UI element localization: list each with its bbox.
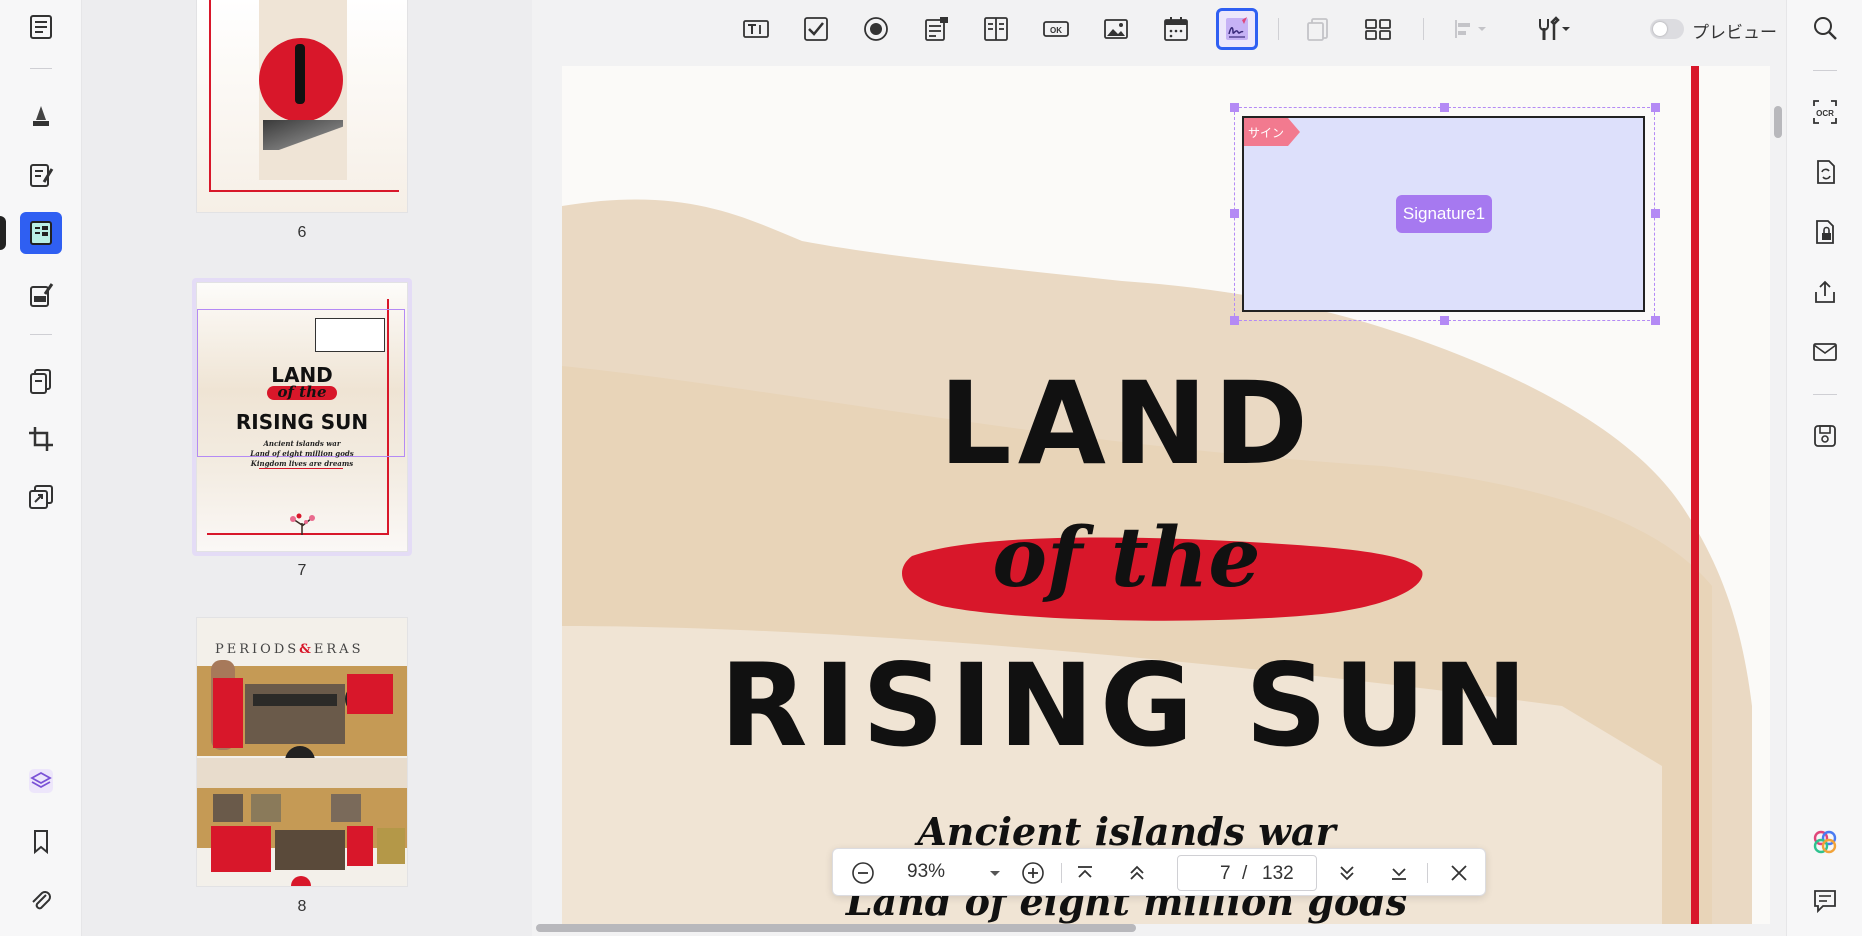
zoom-navigation-bar: 93% 7 / 132 [832,848,1486,896]
save-icon[interactable] [1805,416,1845,456]
thumbnail-title-2: RISING SUN [235,410,369,434]
duplicate-fields-icon[interactable] [1298,10,1338,48]
edit-pdf-icon[interactable] [20,154,62,196]
active-indicator [0,216,6,250]
bookmark-icon[interactable] [20,820,62,862]
rail-divider [1813,394,1837,395]
zoom-dropdown-icon[interactable] [981,859,1009,887]
search-icon[interactable] [1805,8,1845,48]
thumbnail-script-line: Kingdom lives are dreams [250,459,354,468]
resize-handle[interactable] [1230,209,1239,218]
left-tool-rail [0,0,82,936]
zoom-level[interactable]: 93% [907,861,945,883]
thumbnail-heading: PERIODS&ERAS [215,642,395,657]
share-icon[interactable] [1805,272,1845,312]
checkbox-icon[interactable] [796,10,836,48]
layers-icon[interactable] [20,760,62,802]
thumbnail-page-number: 7 [297,562,307,579]
resize-handle[interactable] [1651,103,1660,112]
image-field-icon[interactable] [1096,10,1136,48]
signature-tag-label: サイン [1248,126,1285,140]
zoombar-divider [1061,863,1062,883]
page-number-input[interactable]: 7 / 132 [1177,855,1317,891]
thumbnail-page-8[interactable]: PERIODS&ERAS [197,618,407,886]
pdf-page: LAND of the RISING SUN Ancient islands w… [562,66,1770,924]
blossom-illustration [285,513,319,535]
align-dropdown-icon[interactable] [1444,10,1496,48]
page-title-line1: LAND [939,357,1314,490]
comment-icon[interactable] [1805,880,1845,920]
thumbnail-heading-amp: & [299,642,314,657]
last-page-icon[interactable] [1385,859,1413,887]
thumbnail-page-7[interactable]: LAND of the RISING SUN Ancient islands w… [197,283,407,551]
total-pages: 132 [1262,863,1294,884]
date-field-icon[interactable] [1156,10,1196,48]
reader-mode-icon[interactable] [20,6,62,48]
tools-dropdown-icon[interactable] [1526,10,1578,48]
resize-handle[interactable] [1651,316,1660,325]
signature-tag: サイン [1244,118,1300,146]
thumbnail-panel: 6 LAND of the RISING SUN Ancient islands… [82,0,532,936]
toolbar-divider [1278,18,1279,40]
thumbnail-subtitle: of the [277,383,327,401]
thumbnail-heading-word: ERAS [313,642,364,657]
thumbnail-page-6[interactable] [197,0,407,212]
toolbar-divider [1423,18,1424,40]
right-tool-rail: OCR [1786,0,1862,936]
thumbnail-heading-word: PERIODS [215,642,300,657]
ocr-icon[interactable]: OCR [1805,92,1845,132]
current-page: 7 [1220,863,1231,884]
previous-page-icon[interactable] [1123,859,1151,887]
compress-icon[interactable] [20,476,62,518]
horizontal-scrollbar-thumb[interactable] [536,924,1136,932]
preview-label: プレビュー [1692,23,1777,42]
thumbnail-page-number: 6 [297,224,307,241]
first-page-icon[interactable] [1071,859,1099,887]
resize-handle[interactable] [1651,209,1660,218]
fill-sign-icon[interactable] [20,274,62,316]
resize-handle[interactable] [1230,103,1239,112]
thumbnail-script-line: Ancient islands war [263,439,341,448]
signature-field-name[interactable]: Signature1 [1396,195,1492,233]
rail-divider [30,68,52,69]
svg-text:OK: OK [1050,26,1062,35]
thumbnail-script-line: Land of eight million gods [250,449,354,458]
grid-layout-icon[interactable] [1358,10,1398,48]
thumbnail-page-number: 8 [297,898,307,915]
rail-divider [1813,70,1837,71]
page-title-line3: RISING SUN [719,639,1534,772]
zoombar-divider [1427,863,1428,883]
zoom-out-icon[interactable] [849,859,877,887]
convert-icon[interactable] [1805,152,1845,192]
radio-button-icon[interactable] [856,10,896,48]
signature-field-icon[interactable] [1216,8,1258,50]
resize-handle[interactable] [1440,103,1449,112]
push-button-icon[interactable]: OK [1036,10,1076,48]
organize-pages-icon[interactable] [20,360,62,402]
page-title-line2: of the [992,510,1261,606]
next-page-icon[interactable] [1333,859,1361,887]
protect-icon[interactable] [1805,212,1845,252]
resize-handle[interactable] [1230,316,1239,325]
resize-handle[interactable] [1440,316,1449,325]
red-border-line [1691,66,1699,924]
form-tool-icon[interactable] [20,212,62,254]
ai-assistant-icon[interactable] [1805,822,1845,862]
email-icon[interactable] [1805,332,1845,372]
attachment-icon[interactable] [20,880,62,922]
rail-divider [30,334,52,335]
form-toolbar: OK プレビュー [532,0,1786,58]
highlighter-icon[interactable] [20,94,62,136]
page-separator: / [1242,863,1248,884]
list-box-icon[interactable] [976,10,1016,48]
crop-icon[interactable] [20,418,62,460]
close-icon[interactable] [1445,859,1473,887]
vertical-scrollbar-thumb[interactable] [1774,106,1782,138]
preview-toggle[interactable] [1650,19,1684,39]
text-field-icon[interactable] [736,10,776,48]
toggle-knob [1653,22,1667,36]
svg-text:OCR: OCR [1816,109,1834,118]
zoom-in-icon[interactable] [1019,859,1047,887]
combo-box-icon[interactable] [916,10,956,48]
